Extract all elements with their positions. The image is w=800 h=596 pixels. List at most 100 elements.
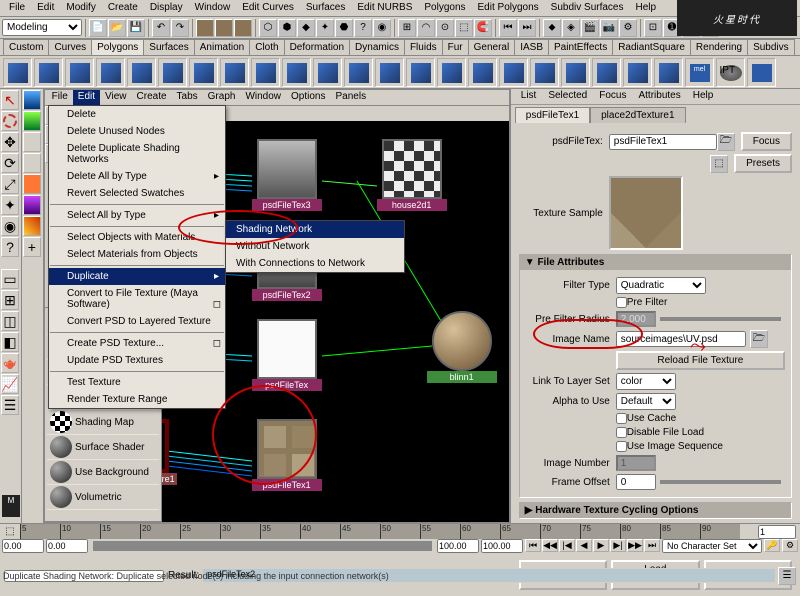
shelf-tab-general[interactable]: General: [468, 39, 516, 55]
edit-item-delete-all-by-type[interactable]: Delete All by Type: [49, 168, 225, 185]
node-dir-icon[interactable]: 🗁: [717, 133, 735, 151]
node-file-1[interactable]: psdFileTex3: [252, 139, 322, 211]
ae-node-name-field[interactable]: [609, 134, 717, 150]
scale-tool-icon[interactable]: ⤢: [1, 174, 19, 194]
menu-window[interactable]: Window: [189, 0, 237, 16]
edit-item-convert-to-file-texture-maya-software-[interactable]: Convert to File Texture (Maya Software)◻: [49, 285, 225, 313]
prim-3-icon[interactable]: [23, 132, 41, 152]
move-tool-icon[interactable]: ✥: [1, 132, 19, 152]
four-pane-icon[interactable]: ⊞: [1, 290, 19, 310]
dup-sub-without-network[interactable]: Without Network: [226, 238, 404, 255]
frame-offset-slider[interactable]: [660, 480, 781, 484]
shelf-poly-9-icon[interactable]: [282, 58, 311, 87]
hs-menu-file[interactable]: File: [47, 90, 73, 105]
menu-edit-polygons[interactable]: Edit Polygons: [472, 0, 545, 16]
persp-icon[interactable]: ◧: [1, 332, 19, 352]
two-pane-icon[interactable]: ◫: [1, 311, 19, 331]
construction-icon[interactable]: ⬥: [543, 19, 561, 37]
save-scene-icon[interactable]: 💾: [127, 19, 145, 37]
mode-selector[interactable]: Modeling: [2, 19, 82, 36]
shelf-tab-deformation[interactable]: Deformation: [284, 39, 350, 55]
shelf-tab-cloth[interactable]: Cloth: [249, 39, 284, 55]
last-tool-icon[interactable]: ?: [1, 237, 19, 257]
ae-menu-focus[interactable]: Focus: [593, 89, 632, 104]
ipr-icon[interactable]: 📷: [600, 19, 618, 37]
lasso-tool-icon[interactable]: [1, 111, 19, 131]
hs-menu-panels[interactable]: Panels: [331, 90, 372, 105]
shelf-poly-5-icon[interactable]: [158, 58, 187, 87]
shelf-tab-radiantsquare[interactable]: RadiantSquare: [612, 39, 691, 55]
shelf-tab-fluids[interactable]: Fluids: [404, 39, 443, 55]
node-blinn[interactable]: blinn1: [427, 311, 497, 383]
prefs-icon[interactable]: ⚙: [782, 539, 798, 552]
range-slider-track[interactable]: [93, 541, 432, 551]
edit-item-delete-duplicate-shading-networks[interactable]: Delete Duplicate Shading Networks: [49, 140, 225, 168]
mask4-icon[interactable]: ✦: [316, 19, 334, 37]
mask3-icon[interactable]: ◆: [297, 19, 315, 37]
menu-display[interactable]: Display: [144, 0, 189, 16]
use-cache-check[interactable]: [616, 413, 627, 424]
use-seq-check[interactable]: [616, 441, 627, 452]
history2-icon[interactable]: ⏭: [518, 19, 536, 37]
menu-edit-curves[interactable]: Edit Curves: [236, 0, 300, 16]
soft-tool-icon[interactable]: ◉: [1, 216, 19, 236]
shelf-tab-subdivs[interactable]: Subdivs: [747, 39, 795, 55]
edit-item-render-texture-range[interactable]: Render Texture Range: [49, 391, 225, 408]
shelf-poly-18-icon[interactable]: [561, 58, 590, 87]
edit-item-create-psd-texture-[interactable]: Create PSD Texture...◻: [49, 335, 225, 352]
presets-button[interactable]: Presets: [734, 154, 792, 173]
ae-menu-attributes[interactable]: Attributes: [632, 89, 686, 104]
snap-plane-icon[interactable]: ⬚: [455, 19, 473, 37]
shelf-tab-polygons[interactable]: Polygons: [91, 39, 144, 55]
menu-create[interactable]: Create: [102, 0, 144, 16]
shelf-poly-16-icon[interactable]: [499, 58, 528, 87]
hs-menu-options[interactable]: Options: [286, 90, 330, 105]
mat-surface-shader[interactable]: Surface Shader: [47, 435, 159, 460]
render-icon[interactable]: 🎬: [581, 19, 599, 37]
edit-item-delete[interactable]: Delete: [49, 106, 225, 123]
shelf-poly-4-icon[interactable]: [127, 58, 156, 87]
select-tool-icon[interactable]: ↖: [1, 90, 19, 110]
shelf-poly-12-icon[interactable]: [375, 58, 404, 87]
shelf-poly-11-icon[interactable]: [344, 58, 373, 87]
shelf-tab-painteffects[interactable]: PaintEffects: [548, 39, 613, 55]
mat-use-background[interactable]: Use Background: [47, 460, 159, 485]
edit-item-select-materials-from-objects[interactable]: Select Materials from Objects: [49, 246, 225, 263]
shelf-tab-iasb[interactable]: IASB: [514, 39, 549, 55]
play-back-icon[interactable]: ◀: [576, 539, 592, 552]
node-file-tex[interactable]: psdFileTex1: [252, 419, 322, 491]
edit-item-delete-unused-nodes[interactable]: Delete Unused Nodes: [49, 123, 225, 140]
step-back-icon[interactable]: ◀◀: [542, 539, 558, 552]
manip-tool-icon[interactable]: ✦: [1, 195, 19, 215]
edit-item-test-texture[interactable]: Test Texture: [49, 374, 225, 391]
shelf-poly-17-icon[interactable]: [530, 58, 559, 87]
shelf-poly-15-icon[interactable]: [468, 58, 497, 87]
shelf-tab-animation[interactable]: Animation: [194, 39, 250, 55]
menu-subdiv-surfaces[interactable]: Subdiv Surfaces: [545, 0, 630, 16]
mask-icon[interactable]: ⬡: [259, 19, 277, 37]
construction2-icon[interactable]: ◈: [562, 19, 580, 37]
edit-item-select-all-by-type[interactable]: Select All by Type: [49, 207, 225, 224]
shelf-poly-20-icon[interactable]: [623, 58, 652, 87]
shelf-poly-6-icon[interactable]: [189, 58, 218, 87]
ae-tab-psdFileTex1[interactable]: psdFileTex1: [515, 107, 590, 123]
shelf-tab-rendering[interactable]: Rendering: [690, 39, 748, 55]
shelf-poly-14-icon[interactable]: [437, 58, 466, 87]
hs-menu-edit[interactable]: Edit: [73, 90, 100, 105]
prim-cube-icon[interactable]: [23, 90, 41, 110]
menu-file[interactable]: File: [3, 0, 31, 16]
menu-edit[interactable]: Edit: [31, 0, 60, 16]
shelf-tab-curves[interactable]: Curves: [48, 39, 92, 55]
image-name-field[interactable]: [616, 331, 746, 347]
character-set-select[interactable]: No Character Set: [662, 539, 762, 553]
shelf-poly-1-icon[interactable]: [34, 58, 63, 87]
shelf-poly-21-icon[interactable]: [654, 58, 683, 87]
history-icon[interactable]: ⏮: [499, 19, 517, 37]
prim-5-icon[interactable]: [23, 174, 41, 194]
mat-shading-map[interactable]: Shading Map: [47, 410, 159, 435]
edit-item-convert-psd-to-layered-texture[interactable]: Convert PSD to Layered Texture: [49, 313, 225, 330]
frame-offset-field[interactable]: [616, 474, 656, 490]
hs-menu-tabs[interactable]: Tabs: [172, 90, 203, 105]
ae-tab-place2dTexture1[interactable]: place2dTexture1: [590, 107, 685, 123]
graph-icon[interactable]: 📈: [1, 374, 19, 394]
